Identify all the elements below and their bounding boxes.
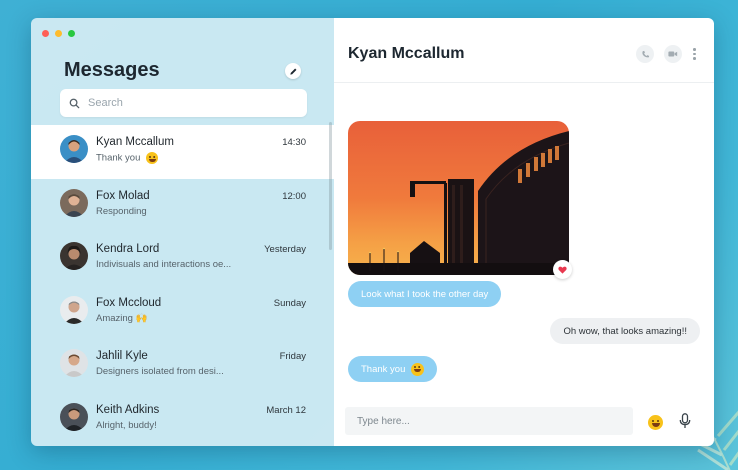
conversation-preview: Alright, buddy! xyxy=(96,419,157,431)
conversation-item[interactable]: Kyan Mccallum 14:30 Thank you xyxy=(31,125,334,179)
conversation-time: 12:00 xyxy=(282,190,306,202)
video-camera-icon xyxy=(668,51,678,57)
conversation-name: Fox Mccloud xyxy=(96,296,162,309)
message-text: Oh wow, that looks amazing!! xyxy=(563,325,687,337)
more-vertical-icon xyxy=(693,48,696,51)
conversation-time: 14:30 xyxy=(282,137,306,148)
compose-button[interactable] xyxy=(285,63,301,79)
heart-icon xyxy=(558,266,567,274)
message-bubble-incoming: Thank you xyxy=(348,356,438,382)
message-input[interactable] xyxy=(357,415,617,427)
message-text: Thank you xyxy=(361,363,406,375)
grinning-face-icon xyxy=(146,152,159,164)
voice-message-button[interactable] xyxy=(679,413,691,434)
contact-name: Kyan Mccallum xyxy=(348,45,465,62)
microphone-icon xyxy=(679,413,691,428)
conversation-preview: Responding xyxy=(96,205,147,217)
avatar xyxy=(60,349,88,378)
avatar xyxy=(60,242,88,271)
conversation-item[interactable]: Keith Adkins March 12 Alright, buddy! xyxy=(31,393,334,446)
shared-photo[interactable] xyxy=(348,121,569,275)
heart-reaction[interactable] xyxy=(553,260,572,279)
conversation-item[interactable]: Fox Mccloud Sunday Amazing 🙌 xyxy=(31,286,334,340)
conversation-preview: Designers isolated from desi... xyxy=(96,366,224,378)
maximize-window-button[interactable] xyxy=(68,30,75,37)
conversation-time: Yesterday xyxy=(264,244,306,256)
app-window: Messages Search Kyan Mccallum 14:30 Than… xyxy=(31,18,714,446)
emoji-picker-button[interactable] xyxy=(648,414,663,432)
conversation-item[interactable]: Kendra Lord Yesterday Indivisuals and in… xyxy=(31,232,334,286)
close-window-button[interactable] xyxy=(42,30,49,37)
sidebar-title: Messages xyxy=(64,59,160,81)
conversation-item[interactable]: Fox Molad 12:00 Responding xyxy=(31,179,334,233)
message-bubble-incoming: Look what I took the other day xyxy=(348,281,502,307)
search-icon xyxy=(69,98,80,108)
conversation-preview: Amazing 🙌 xyxy=(96,312,148,324)
minimize-window-button[interactable] xyxy=(55,30,62,37)
search-input[interactable] xyxy=(88,97,288,109)
conversation-name: Kyan Mccallum xyxy=(96,136,174,148)
conversation-name: Keith Adkins xyxy=(96,403,160,416)
chat-header: Kyan Mccallum xyxy=(334,18,714,83)
pencil-icon xyxy=(289,68,296,75)
grinning-face-icon xyxy=(411,362,425,376)
conversation-name: Jahlil Kyle xyxy=(96,350,148,363)
phone-icon xyxy=(641,50,649,57)
avatar xyxy=(60,402,88,431)
video-call-button[interactable] xyxy=(664,45,682,63)
emoji-icon xyxy=(648,415,663,431)
sidebar: Messages Search Kyan Mccallum 14:30 Than… xyxy=(31,18,334,446)
call-button[interactable] xyxy=(636,45,654,63)
window-controls xyxy=(42,30,75,37)
search-box xyxy=(60,89,307,117)
conversation-preview: Thank you xyxy=(96,152,159,164)
message-text: Look what I took the other day xyxy=(361,288,489,300)
avatar xyxy=(60,295,88,324)
conversation-list: Kyan Mccallum 14:30 Thank you Fox Molad … xyxy=(31,125,334,446)
chat-pane: Kyan Mccallum Look what I took the other… xyxy=(334,18,714,446)
sidebar-scrollbar[interactable] xyxy=(329,122,332,250)
message-bubble-outgoing: Oh wow, that looks amazing!! xyxy=(550,318,700,344)
message-composer xyxy=(345,407,633,435)
more-options-button[interactable] xyxy=(693,48,696,60)
conversation-time: March 12 xyxy=(266,404,306,416)
conversation-name: Kendra Lord xyxy=(96,243,160,256)
avatar xyxy=(60,135,88,163)
conversation-preview: Indivisuals and interactions oe... xyxy=(96,259,232,271)
avatar xyxy=(60,188,88,217)
conversation-time: Friday xyxy=(279,351,306,363)
conversation-name: Fox Molad xyxy=(96,189,150,202)
conversation-time: Sunday xyxy=(273,297,306,309)
conversation-item[interactable]: Jahlil Kyle Friday Designers isolated fr… xyxy=(31,339,334,393)
